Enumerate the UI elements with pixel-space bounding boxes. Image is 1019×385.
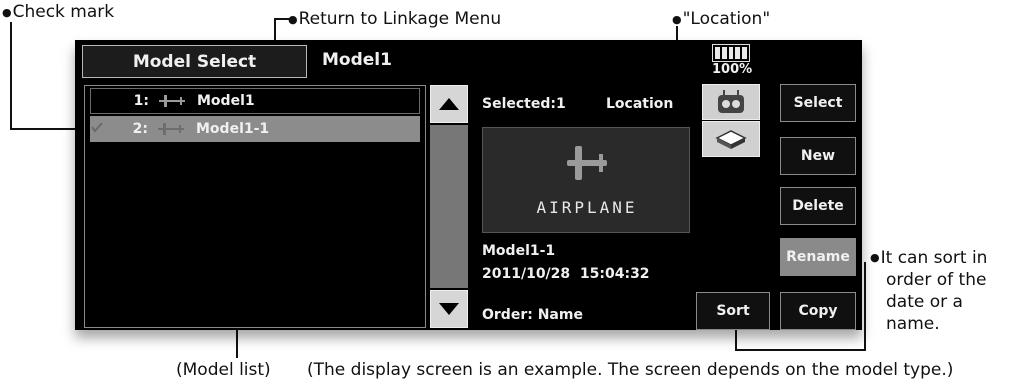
sort-leader: [735, 349, 866, 351]
triangle-down-icon: [439, 303, 459, 315]
bullet-icon: ●: [672, 12, 682, 26]
battery-percent: 100%: [712, 62, 753, 77]
scroll-track[interactable]: [430, 125, 468, 288]
airplane-icon: [567, 146, 607, 180]
list-scrollbar[interactable]: [430, 85, 468, 328]
sort-button[interactable]: Sort: [696, 292, 770, 330]
list-item[interactable]: 1: Model1: [90, 88, 420, 114]
return-linkage-callout: ●Return to Linkage Menu: [288, 9, 502, 29]
bullet-icon: ●: [2, 5, 12, 19]
location-transmitter-button[interactable]: [702, 84, 760, 120]
copy-button[interactable]: Copy: [780, 292, 856, 330]
scroll-down-button[interactable]: [430, 290, 468, 328]
airplane-icon: [159, 95, 185, 107]
model-select-title-button[interactable]: Model Select: [82, 45, 307, 78]
select-button[interactable]: Select: [780, 84, 856, 122]
model-list: 1: Model1 2: Model1-1: [84, 85, 426, 328]
sd-card-icon: [715, 130, 747, 149]
check-mark-icon: [91, 122, 103, 133]
new-button[interactable]: New: [780, 137, 856, 175]
model-type-preview: AIRPLANE: [482, 127, 690, 233]
scroll-up-button[interactable]: [430, 85, 468, 123]
location-callout: ●"Location": [672, 9, 771, 29]
check-mark-callout: ●Check mark: [2, 2, 115, 22]
model-name: Model1-1: [196, 121, 270, 137]
check-mark-leader: [10, 22, 12, 130]
bullet-icon: ●: [870, 251, 880, 264]
return-linkage-leader: [274, 18, 292, 20]
model-number: 1:: [133, 93, 149, 109]
sort-leader: [864, 262, 866, 351]
location-sdcard-button[interactable]: [702, 121, 760, 157]
delete-button[interactable]: Delete: [780, 187, 856, 225]
sort-note-callout: ●It can sort in order of the date or a n…: [870, 248, 988, 334]
model-timestamp: 2011/10/28 15:04:32: [482, 266, 650, 282]
battery-icon: [712, 44, 750, 62]
sort-leader: [735, 330, 737, 350]
model-name: Model1: [197, 93, 255, 109]
rename-button[interactable]: Rename: [780, 238, 856, 276]
sort-order-label: Order: Name: [482, 307, 583, 323]
selected-count: Selected:1: [482, 96, 566, 112]
airplane-icon: [158, 123, 184, 135]
selected-model-name: Model1-1: [482, 243, 556, 259]
transmitter-icon: [718, 90, 744, 113]
list-item[interactable]: 2: Model1-1: [90, 116, 420, 142]
current-model-name: Model1: [322, 50, 392, 70]
model-type-text: AIRPLANE: [536, 198, 638, 217]
disclaimer-caption: (The display screen is an example. The s…: [307, 360, 954, 380]
model-list-caption: (Model list): [176, 360, 271, 380]
triangle-up-icon: [439, 98, 459, 110]
location-label: Location: [606, 96, 674, 112]
